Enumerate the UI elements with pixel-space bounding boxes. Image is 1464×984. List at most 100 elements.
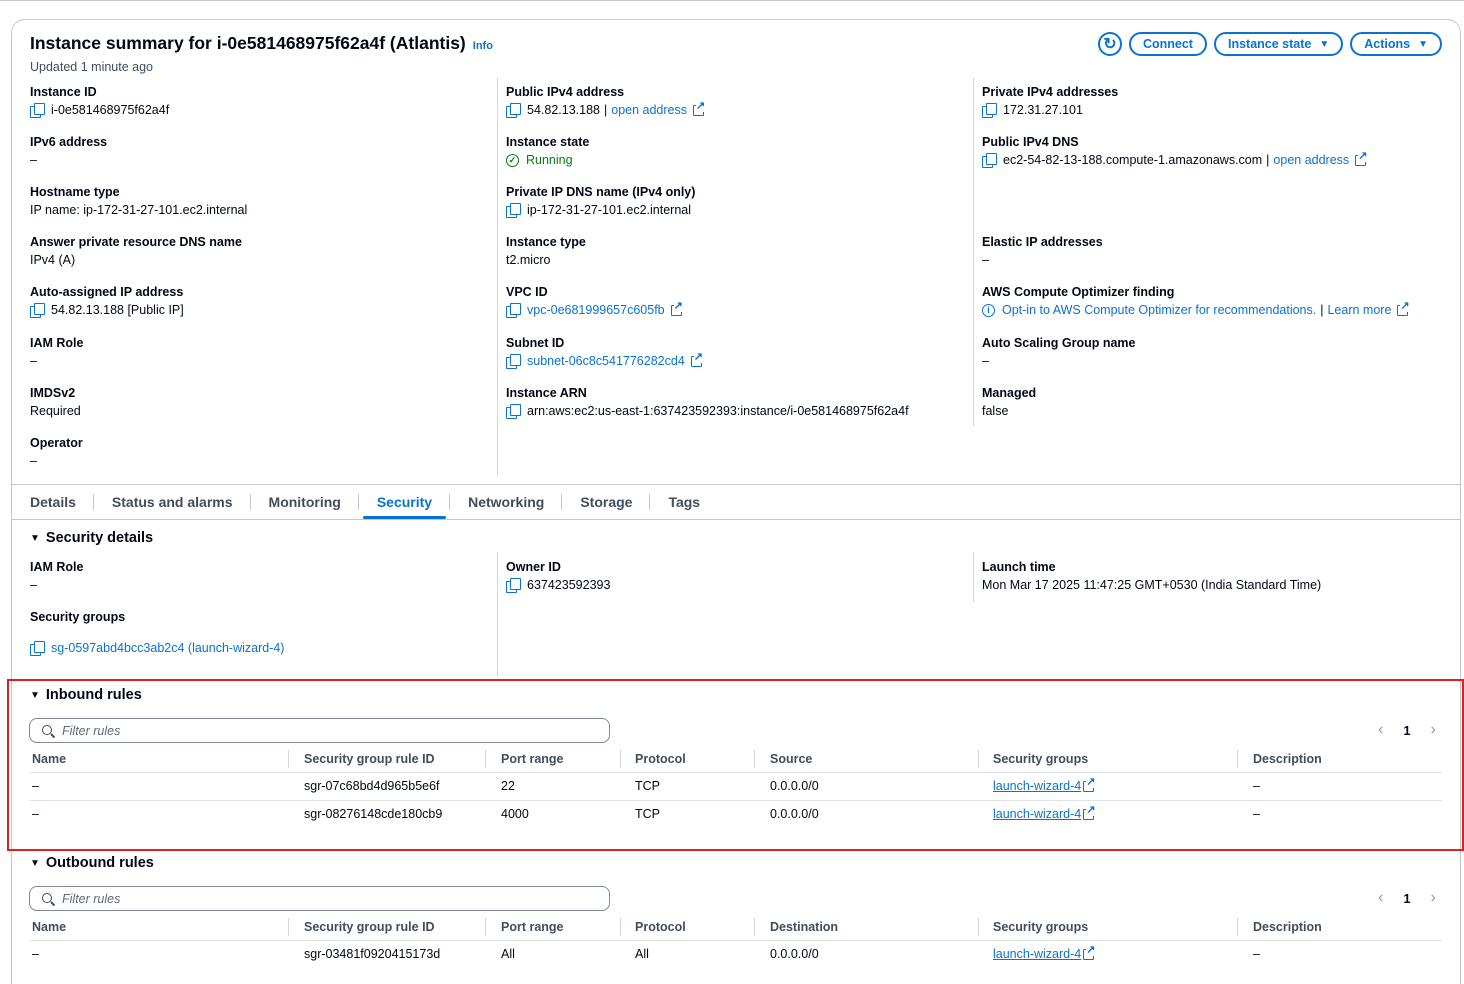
cell-protocol: TCP: [635, 779, 660, 793]
vpc-link[interactable]: vpc-0e681999657c605fb: [527, 301, 665, 319]
tab-monitoring[interactable]: Monitoring: [251, 485, 360, 519]
cell-security-group: launch-wizard-4: [993, 776, 1096, 795]
chevron-left-icon[interactable]: ‹: [1378, 889, 1383, 907]
copy-icon[interactable]: [506, 302, 521, 318]
tab-networking[interactable]: Networking: [450, 485, 563, 519]
outbound-pagination: ‹ 1 ›: [1378, 889, 1436, 907]
copy-icon[interactable]: [506, 102, 521, 118]
info-link[interactable]: Info: [473, 40, 493, 52]
learn-more-link[interactable]: Learn more: [1327, 301, 1391, 319]
tab-label: Security: [376, 494, 433, 510]
caret-down-icon: ▼: [30, 689, 40, 701]
field-value: ec2-54-82-13-188.compute-1.amazonaws.com: [1003, 153, 1263, 167]
column-header[interactable]: Port range: [501, 750, 564, 768]
field-value: –: [30, 578, 37, 592]
field-hostname-type: Hostname type IP name: ip-172-31-27-101.…: [30, 183, 247, 219]
copy-icon[interactable]: [30, 640, 45, 656]
chevron-right-icon[interactable]: ›: [1431, 889, 1436, 907]
field-value: i-0e581468975f62a4f: [51, 103, 170, 117]
tab-security[interactable]: Security: [359, 485, 451, 519]
cell-port-range: All: [501, 947, 515, 961]
column-divider: [973, 78, 974, 426]
cell-description: –: [1253, 779, 1260, 793]
actions-label: Actions: [1364, 37, 1411, 51]
cell-protocol: All: [635, 947, 649, 961]
field-label: Launch time: [982, 560, 1056, 574]
copy-icon[interactable]: [506, 403, 521, 419]
cell-security-group: launch-wizard-4: [993, 944, 1096, 963]
tab-details[interactable]: Details: [12, 485, 94, 519]
field-value: false: [982, 404, 1009, 418]
field-value: –: [982, 354, 989, 368]
column-header[interactable]: Name: [32, 750, 66, 768]
tab-storage[interactable]: Storage: [562, 485, 651, 519]
opt-in-link[interactable]: Opt-in to AWS Compute Optimizer for reco…: [1002, 301, 1316, 319]
chevron-left-icon[interactable]: ‹: [1378, 721, 1383, 739]
inbound-filter-input[interactable]: Filter rules: [29, 718, 610, 743]
field-auto-scaling-group: Auto Scaling Group name –: [982, 334, 1136, 370]
open-address-link[interactable]: open address: [611, 101, 687, 119]
cell-rule-id: sgr-07c68bd4d965b5e6f: [304, 779, 440, 793]
field-value: t2.micro: [506, 253, 551, 267]
page-header: Instance summary for i-0e581468975f62a4f…: [30, 33, 493, 54]
field-value: Required: [30, 404, 81, 418]
connect-button[interactable]: Connect: [1128, 32, 1207, 56]
field-label: IPv6 address: [30, 135, 108, 149]
security-group-link[interactable]: launch-wizard-4: [993, 805, 1081, 823]
search-icon: [42, 892, 54, 905]
column-header[interactable]: Security group rule ID: [304, 918, 435, 936]
field-elastic-ip: Elastic IP addresses –: [982, 233, 1103, 269]
security-group-link[interactable]: launch-wizard-4: [993, 945, 1081, 963]
security-group-link[interactable]: sg-0597abd4bcc3ab2c4 (launch-wizard-4): [51, 639, 284, 657]
field-instance-state: Instance state ✓ Running: [506, 133, 589, 169]
column-header[interactable]: Destination: [770, 918, 838, 936]
copy-icon[interactable]: [506, 353, 521, 369]
column-divider: [978, 918, 979, 936]
caret-down-icon: ▼: [1418, 38, 1428, 50]
success-check-icon: ✓: [506, 153, 519, 167]
column-header[interactable]: Protocol: [635, 918, 686, 936]
tab-label: Networking: [468, 494, 545, 510]
section-heading: Security details: [45, 530, 154, 546]
copy-icon[interactable]: [982, 152, 997, 168]
subnet-link[interactable]: subnet-06c8c541776282cd4: [527, 352, 685, 370]
copy-icon[interactable]: [506, 202, 521, 218]
instance-state-button[interactable]: Instance state ▼: [1213, 32, 1344, 56]
field-label: Owner ID: [506, 560, 561, 574]
table-divider: [29, 800, 1442, 801]
refresh-button[interactable]: ↻: [1097, 32, 1122, 56]
chevron-right-icon[interactable]: ›: [1431, 721, 1436, 739]
column-header[interactable]: Security groups: [993, 918, 1088, 936]
field-label: Public IPv4 address: [506, 85, 625, 99]
column-header[interactable]: Security groups: [993, 750, 1088, 768]
field-launch-time: Launch time Mon Mar 17 2025 11:47:25 GMT…: [982, 558, 1321, 594]
column-header[interactable]: Description: [1253, 750, 1322, 768]
column-header[interactable]: Port range: [501, 918, 564, 936]
external-link-icon: [1397, 300, 1410, 316]
column-header[interactable]: Protocol: [635, 750, 686, 768]
page-number[interactable]: 1: [1403, 891, 1410, 906]
outbound-filter-input[interactable]: Filter rules: [29, 886, 610, 911]
column-header[interactable]: Security group rule ID: [304, 750, 435, 768]
actions-button[interactable]: Actions ▼: [1350, 32, 1442, 56]
tab-status-and-alarms[interactable]: Status and alarms: [94, 485, 251, 519]
field-private-ipv4: Private IPv4 addresses 172.31.27.101: [982, 83, 1118, 119]
external-link-icon: [1083, 944, 1096, 960]
field-compute-optimizer: AWS Compute Optimizer finding i Opt-in to…: [982, 283, 1410, 319]
security-group-link[interactable]: launch-wizard-4: [993, 777, 1081, 795]
copy-icon[interactable]: [982, 102, 997, 118]
open-address-link[interactable]: open address: [1273, 151, 1349, 169]
copy-icon[interactable]: [30, 102, 45, 118]
inbound-rules-toggle[interactable]: ▼ Inbound rules: [30, 687, 142, 703]
column-divider: [485, 750, 486, 768]
outbound-rules-toggle[interactable]: ▼ Outbound rules: [30, 855, 154, 871]
security-details-toggle[interactable]: ▼ Security details: [30, 530, 153, 546]
info-circle-icon: i: [982, 303, 995, 317]
tab-tags[interactable]: Tags: [650, 485, 718, 519]
copy-icon[interactable]: [506, 577, 521, 593]
copy-icon[interactable]: [30, 302, 45, 318]
page-number[interactable]: 1: [1403, 723, 1410, 738]
column-header[interactable]: Name: [32, 918, 66, 936]
column-header[interactable]: Description: [1253, 918, 1322, 936]
column-header[interactable]: Source: [770, 750, 812, 768]
